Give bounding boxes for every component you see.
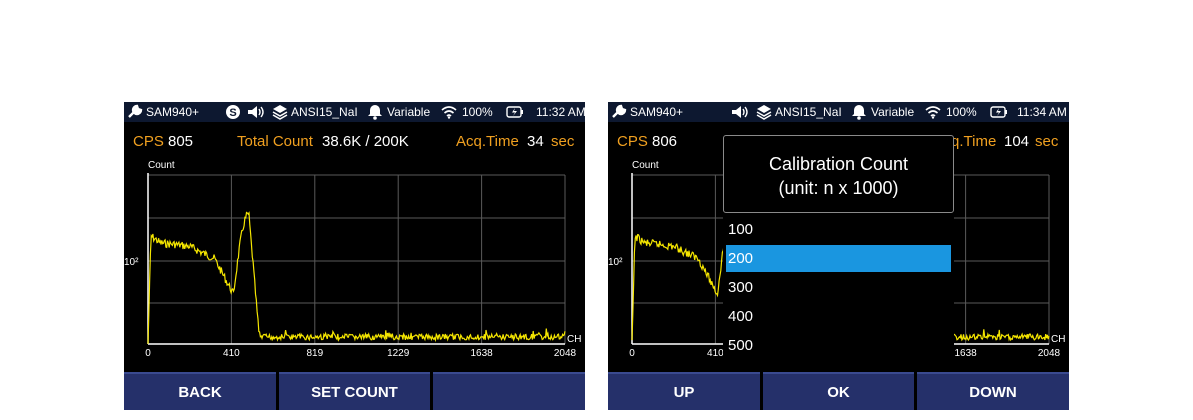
x-tick-label: 2048: [1038, 348, 1061, 359]
down-button[interactable]: DOWN: [917, 372, 1069, 410]
total-count-label: Total Count: [237, 133, 313, 150]
library-name: ANSI15_NaI: [775, 105, 842, 119]
acq-time-unit: sec: [551, 133, 575, 150]
x-tick-label: 410: [223, 348, 240, 359]
status-bar: SAM940+ S ANSI15_NaI Variable 100% 11:32…: [124, 102, 585, 122]
speaker-icon: [731, 102, 749, 122]
wifi-icon: [441, 102, 457, 122]
x-tick-label: 410: [707, 348, 724, 359]
clock: 11:34 AM: [1017, 105, 1067, 119]
set-count-button[interactable]: SET COUNT: [279, 372, 430, 410]
y-tick-label: 10²: [124, 257, 139, 268]
option-500[interactable]: 500: [726, 332, 951, 359]
clock: 11:32 AM: [536, 105, 585, 119]
wifi-icon: [925, 102, 941, 122]
x-tick-label: 0: [629, 348, 635, 359]
y-axis-label: Count: [632, 160, 659, 171]
ok-button[interactable]: OK: [763, 372, 914, 410]
x-axis-label: CH: [567, 334, 581, 345]
back-button[interactable]: BACK: [124, 372, 276, 410]
acq-time-value: 34: [527, 133, 544, 150]
wrench-icon: [611, 102, 627, 122]
svg-text:S: S: [229, 107, 236, 119]
library-icon: [272, 102, 288, 122]
cps-value: 806: [652, 133, 678, 150]
softkey-bar: BACK SET COUNT: [124, 372, 585, 410]
bell-icon: [367, 102, 383, 122]
option-100[interactable]: 100: [726, 216, 951, 243]
dialog-title: Calibration Count: [768, 154, 909, 174]
library-icon: [756, 102, 772, 122]
spectrum-screen-2: SAM940+ ANSI15_NaI Variable 100% 11:34 A…: [608, 102, 1069, 410]
acq-time-label: q.Time: [951, 133, 997, 150]
x-tick-label: 1229: [387, 348, 410, 359]
spectrum-screen-1: SAM940+ S ANSI15_NaI Variable 100% 11:32…: [124, 102, 585, 410]
mode-label: Variable: [871, 105, 915, 119]
spectrum-plot[interactable]: Count 10² CH 0 410 819 1229 1638 2048: [124, 156, 585, 370]
cps-label: CPS: [133, 133, 164, 150]
acq-time-label: Acq.Time: [456, 133, 519, 150]
device-name: SAM940+: [630, 105, 684, 119]
measurement-info: CPS 805 Total Count 38.6K / 200K Acq.Tim…: [124, 133, 585, 153]
device-name: SAM940+: [146, 105, 200, 119]
battery-icon: [990, 102, 1008, 122]
x-tick-label: 2048: [554, 348, 577, 359]
dialog-subtitle: (unit: n x 1000): [778, 178, 899, 198]
option-300[interactable]: 300: [726, 274, 951, 301]
total-count-value: 38.6K / 200K: [322, 133, 409, 150]
y-tick-label: 10²: [608, 257, 623, 268]
bell-icon: [851, 102, 867, 122]
battery-percent: 100%: [462, 105, 493, 119]
cps-value: 805: [168, 133, 194, 150]
x-tick-label: 0: [145, 348, 151, 359]
softkey-bar: UP OK DOWN: [608, 372, 1069, 410]
calibration-count-list: 100 200 300 400 500: [723, 213, 954, 377]
blank-softkey[interactable]: [433, 372, 585, 410]
x-tick-label: 819: [306, 348, 323, 359]
acq-time-unit: sec: [1035, 133, 1059, 150]
speaker-icon: [247, 102, 265, 122]
mode-label: Variable: [387, 105, 431, 119]
spectrum-trace: [147, 211, 566, 344]
acq-time-value: 104: [1004, 133, 1030, 150]
cps-label: CPS: [617, 133, 648, 150]
calibration-dialog-header: Calibration Count (unit: n x 1000): [723, 135, 954, 213]
status-bar: SAM940+ ANSI15_NaI Variable 100% 11:34 A…: [608, 102, 1069, 122]
x-axis-label: CH: [1051, 334, 1065, 345]
x-tick-label: 1638: [470, 348, 493, 359]
option-200-selected[interactable]: 200: [726, 245, 951, 272]
library-name: ANSI15_NaI: [291, 105, 358, 119]
s-icon: S: [225, 102, 241, 122]
x-tick-label: 1638: [954, 348, 977, 359]
spectrum-chart: Count 10² CH 0 410 819 1229 1638 2048: [124, 160, 581, 359]
wrench-icon: [127, 102, 143, 122]
option-400[interactable]: 400: [726, 303, 951, 330]
battery-icon: [506, 102, 524, 122]
battery-percent: 100%: [946, 105, 977, 119]
up-button[interactable]: UP: [608, 372, 760, 410]
y-axis-label: Count: [148, 160, 175, 171]
